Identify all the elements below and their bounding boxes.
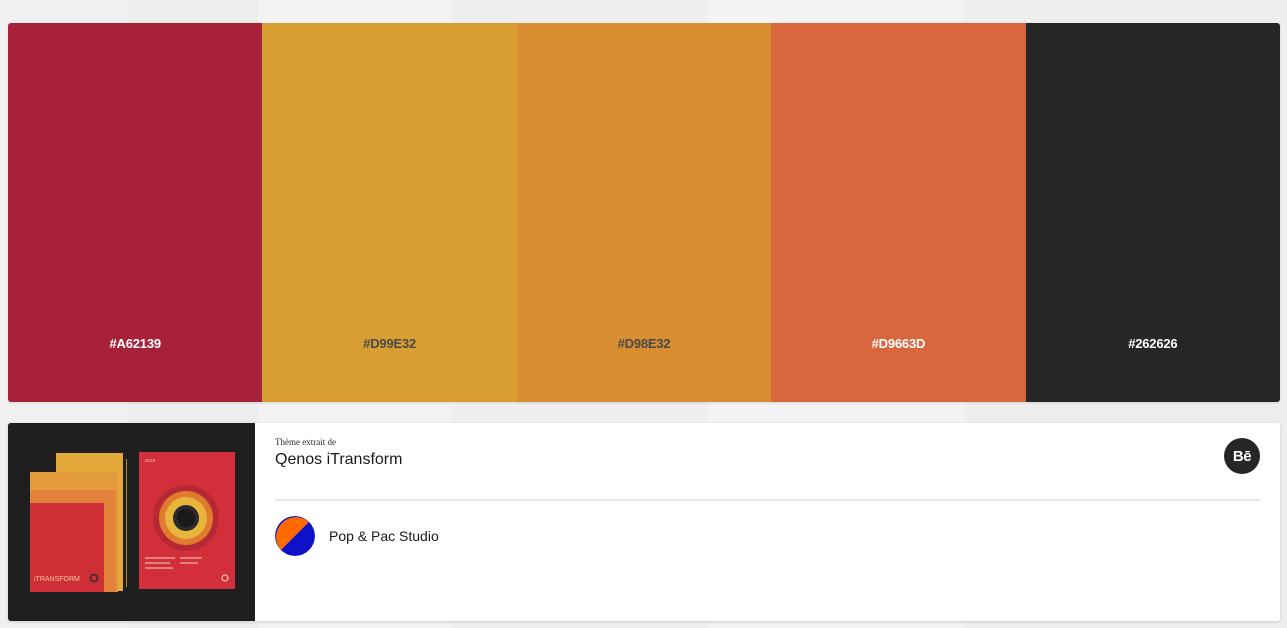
- swatch-hex-label[interactable]: #262626: [1026, 336, 1280, 351]
- swatch-hex-label[interactable]: #D98E32: [517, 336, 771, 351]
- swatch-3[interactable]: #D98E32: [516, 23, 772, 402]
- swatch-5[interactable]: #262626: [1025, 23, 1280, 402]
- behance-icon-glyph: Bē: [1232, 447, 1252, 465]
- divider: [275, 499, 1260, 501]
- swatch-hex-label[interactable]: #A62139: [8, 336, 262, 351]
- swatch-hex-label[interactable]: #D99E32: [262, 336, 516, 351]
- source-card: iTRANSFORM 2019 Thème extrait de Qenos i…: [8, 423, 1280, 621]
- thumbnail-image: iTRANSFORM 2019: [8, 423, 255, 621]
- thumbnail-brand-text: iTRANSFORM: [34, 576, 80, 583]
- color-palette: #A62139 #D99E32 #D98E32 #D9663D #262626: [8, 23, 1280, 402]
- page: #A62139 #D99E32 #D98E32 #D9663D #262626 …: [0, 0, 1287, 628]
- author[interactable]: Pop & Pac Studio: [275, 516, 439, 556]
- thumbnail-year-text: 2019: [145, 458, 156, 463]
- source-info: Thème extrait de Qenos iTransform Bē Pop…: [275, 423, 1280, 621]
- extracted-from-label: Thème extrait de: [275, 437, 336, 447]
- swatch-4[interactable]: #D9663D: [771, 23, 1026, 402]
- project-title[interactable]: Qenos iTransform: [275, 451, 402, 469]
- author-name[interactable]: Pop & Pac Studio: [329, 528, 439, 544]
- author-avatar[interactable]: [275, 516, 315, 556]
- project-thumbnail[interactable]: iTRANSFORM 2019: [8, 423, 255, 621]
- behance-icon[interactable]: Bē: [1224, 438, 1260, 474]
- swatch-1[interactable]: #A62139: [8, 23, 263, 402]
- swatch-hex-label[interactable]: #D9663D: [771, 336, 1025, 351]
- swatch-2[interactable]: #D99E32: [262, 23, 517, 402]
